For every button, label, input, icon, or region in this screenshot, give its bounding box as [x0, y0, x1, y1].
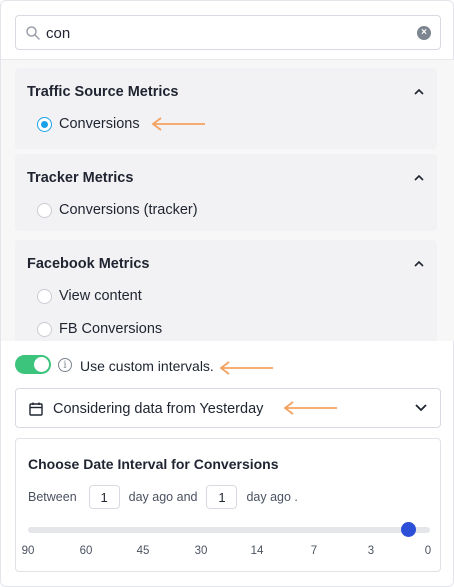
- clear-search-icon[interactable]: ×: [417, 26, 431, 40]
- slider-tick-label: 3: [367, 545, 375, 557]
- slider-tick-label: 14: [250, 545, 264, 557]
- between-label: Between: [28, 490, 77, 504]
- chevron-up-icon[interactable]: [413, 172, 425, 184]
- search-box[interactable]: ×: [15, 15, 441, 50]
- option-fb-conversions[interactable]: FB Conversions: [37, 319, 162, 339]
- annotation-arrow-icon: [151, 117, 205, 131]
- chevron-down-icon[interactable]: [414, 403, 428, 413]
- option-view-content[interactable]: View content: [37, 286, 142, 306]
- option-label: Conversions: [59, 116, 140, 132]
- metric-picker-panel: × Traffic Source Metrics Conversions Tra…: [0, 0, 454, 587]
- custom-intervals-toggle[interactable]: [15, 355, 51, 374]
- group-title: Traffic Source Metrics: [27, 84, 179, 100]
- middle-label: day ago and: [128, 490, 198, 504]
- interval-slider-handle[interactable]: [401, 522, 416, 537]
- search-input[interactable]: [46, 22, 406, 44]
- group-tracker-metrics: Tracker Metrics Conversions (tracker): [15, 154, 437, 231]
- radio-unchecked[interactable]: [37, 321, 52, 337]
- from-days-input[interactable]: 1: [88, 485, 120, 509]
- slider-tick-label: 45: [136, 545, 150, 557]
- option-conversions[interactable]: Conversions: [37, 114, 140, 134]
- radio-unchecked[interactable]: [37, 202, 52, 218]
- data-range-dropdown[interactable]: Considering data from Yesterday: [15, 388, 441, 428]
- option-label: View content: [59, 288, 142, 304]
- to-days-input[interactable]: 1: [206, 485, 238, 509]
- calendar-icon: [29, 402, 43, 416]
- annotation-arrow-icon: [283, 401, 337, 415]
- option-label: FB Conversions: [59, 321, 163, 337]
- info-icon[interactable]: i: [58, 358, 72, 372]
- group-traffic-source-metrics: Traffic Source Metrics Conversions: [15, 68, 437, 149]
- radio-checked[interactable]: [37, 116, 52, 132]
- group-title: Facebook Metrics: [27, 256, 150, 272]
- chevron-up-icon[interactable]: [413, 86, 425, 98]
- data-range-label: Considering data from Yesterday: [53, 401, 264, 417]
- interval-slider-track[interactable]: [28, 527, 430, 533]
- slider-tick-label: 30: [194, 545, 208, 557]
- search-icon: [26, 26, 40, 40]
- radio-unchecked[interactable]: [37, 288, 52, 304]
- slider-tick-label: 0: [424, 545, 432, 557]
- metrics-list[interactable]: Traffic Source Metrics Conversions Track…: [1, 59, 454, 341]
- option-conversions-tracker[interactable]: Conversions (tracker): [37, 200, 198, 220]
- annotation-arrow-icon: [219, 361, 273, 375]
- group-title: Tracker Metrics: [27, 170, 134, 186]
- option-label: Conversions (tracker): [59, 202, 198, 218]
- end-label: day ago .: [246, 490, 298, 504]
- custom-intervals-label: Use custom intervals.: [80, 358, 214, 374]
- interval-inputs-row: Between 1 day ago and 1 day ago .: [28, 485, 298, 509]
- slider-tick-label: 90: [21, 545, 35, 557]
- slider-tick-label: 7: [310, 545, 318, 557]
- group-facebook-metrics: Facebook Metrics View content FB Convers…: [15, 240, 437, 341]
- slider-tick-label: 60: [79, 545, 93, 557]
- date-interval-chooser: Choose Date Interval for Conversions Bet…: [15, 438, 441, 572]
- interval-title: Choose Date Interval for Conversions: [28, 456, 279, 472]
- chevron-up-icon[interactable]: [413, 258, 425, 270]
